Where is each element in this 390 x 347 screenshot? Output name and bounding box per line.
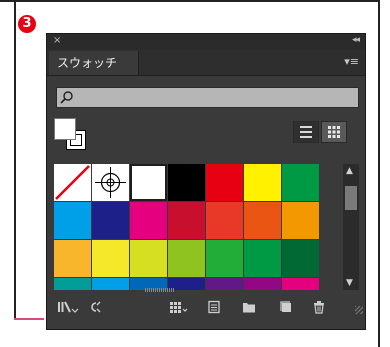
place-swatches-icon[interactable] — [87, 299, 103, 318]
swatch-color[interactable] — [206, 164, 243, 201]
swatch-color[interactable] — [206, 240, 243, 277]
swatch-options-icon[interactable] — [207, 299, 221, 318]
swatch-color[interactable] — [168, 164, 205, 201]
swatch-libraries-icon[interactable] — [57, 299, 79, 318]
scroll-down-icon[interactable]: ▼ — [346, 278, 353, 288]
swatch-color[interactable] — [54, 278, 91, 290]
collapse-icon[interactable]: ◂◂ — [352, 35, 360, 45]
swatch-color[interactable] — [168, 240, 205, 277]
swatch-color[interactable] — [244, 278, 281, 290]
panel-menu-icon[interactable]: ▾≡ — [344, 55, 359, 68]
list-view-icon — [300, 126, 312, 138]
swatch-color[interactable] — [282, 164, 319, 201]
new-swatch-icon[interactable] — [279, 299, 293, 318]
delete-swatch-icon[interactable] — [312, 299, 326, 318]
swatch-registration[interactable] — [92, 164, 129, 201]
swatch-list — [54, 164, 349, 290]
swatch-color[interactable] — [206, 202, 243, 239]
callout-line — [14, 318, 44, 320]
swatch-color[interactable] — [92, 240, 129, 277]
swatch-none[interactable] — [54, 164, 91, 201]
frame-top-border — [0, 0, 380, 2]
swatch-color[interactable] — [244, 240, 281, 277]
search-field[interactable] — [56, 87, 359, 108]
swatch-grid — [54, 164, 349, 290]
swatch-scrollbar[interactable]: ▲ ▼ — [343, 164, 359, 290]
close-icon[interactable]: × — [53, 35, 61, 46]
swatch-color[interactable] — [130, 202, 167, 239]
step-number-badge: 3 — [18, 15, 36, 33]
search-icon — [60, 89, 74, 108]
resize-grip-icon[interactable] — [355, 306, 363, 314]
swatches-panel: × ◂◂ スウォッチ ▾≡ ▲ ▼ — [46, 33, 366, 330]
fill-swatch[interactable] — [54, 118, 76, 140]
swatch-color[interactable] — [282, 278, 319, 290]
swatch-color[interactable] — [168, 202, 205, 239]
swatch-color[interactable] — [244, 164, 281, 201]
swatch-color[interactable] — [92, 278, 129, 290]
panel-bottom-toolbar — [47, 296, 365, 316]
swatch-color[interactable] — [130, 240, 167, 277]
panel-tab-row: スウォッチ ▾≡ — [47, 49, 365, 76]
frame-left-border — [14, 0, 16, 320]
swatch-color[interactable] — [54, 202, 91, 239]
none-swatch-icon — [55, 165, 90, 200]
swatch-color[interactable] — [130, 164, 167, 201]
panel-bottom-grip[interactable] — [145, 288, 175, 292]
panel-titlebar[interactable]: × ◂◂ — [47, 34, 365, 49]
frame-right-border — [378, 0, 380, 347]
tab-swatches[interactable]: スウォッチ — [49, 51, 139, 75]
swatch-color[interactable] — [206, 278, 243, 290]
swatch-color[interactable] — [244, 202, 281, 239]
swatch-color[interactable] — [282, 240, 319, 277]
list-view-button[interactable] — [293, 121, 319, 143]
swatch-color[interactable] — [282, 202, 319, 239]
scroll-thumb[interactable] — [345, 186, 357, 210]
new-color-group-icon[interactable] — [242, 299, 256, 318]
registration-icon — [95, 167, 126, 198]
fill-stroke-indicator[interactable] — [54, 118, 90, 154]
scroll-up-icon[interactable]: ▲ — [346, 166, 353, 176]
swatch-group-icon[interactable] — [169, 299, 189, 318]
grid-view-icon — [328, 126, 340, 138]
grid-view-button[interactable] — [321, 121, 347, 143]
swatch-color[interactable] — [92, 202, 129, 239]
swatch-color[interactable] — [54, 240, 91, 277]
search-input[interactable] — [77, 89, 356, 108]
